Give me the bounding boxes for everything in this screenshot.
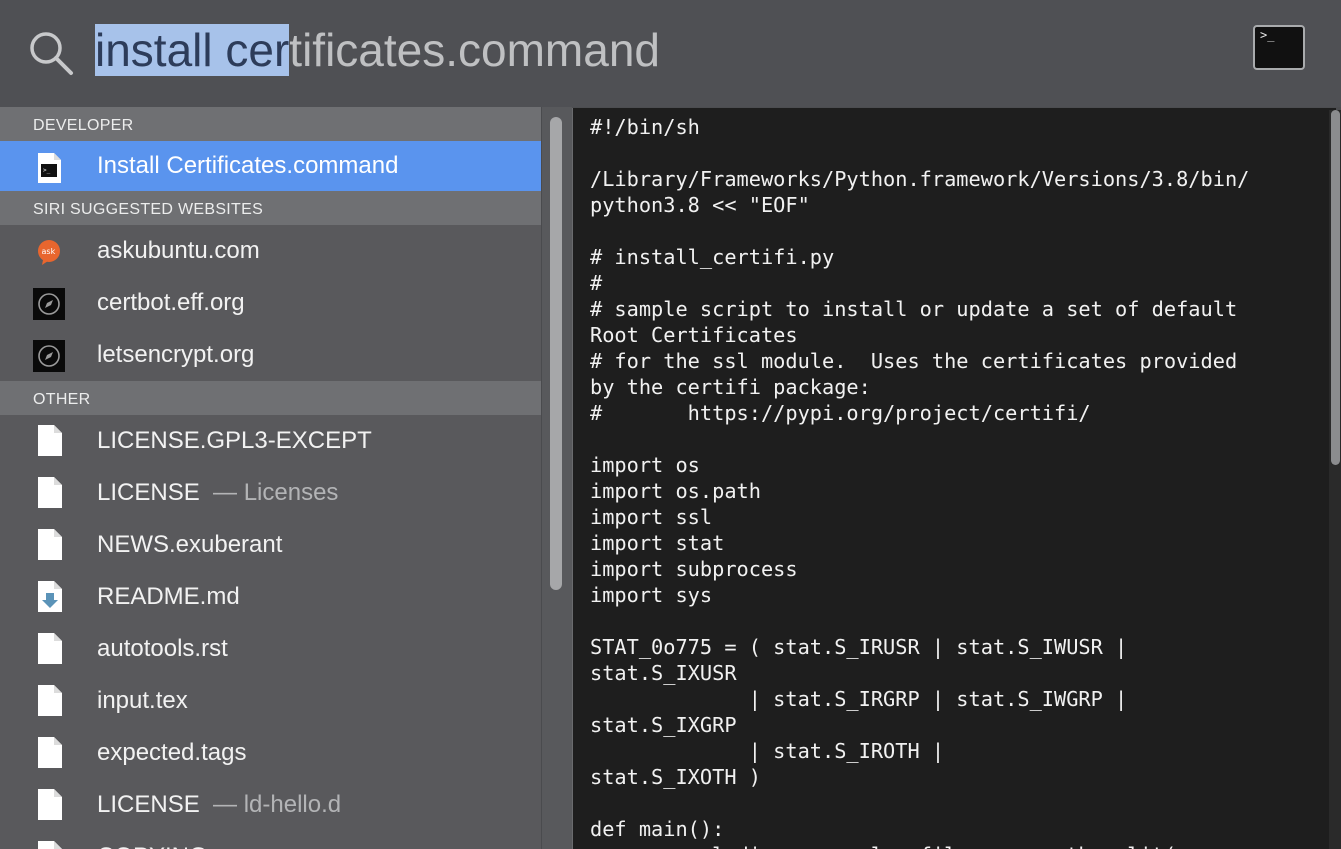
- result-item-label: input.tex: [97, 687, 188, 714]
- result-item-label: autotools.rst: [97, 635, 228, 662]
- document-icon: [38, 685, 62, 716]
- result-item[interactable]: expected.tags: [0, 727, 541, 779]
- result-item[interactable]: autotools.rst: [0, 623, 541, 675]
- result-item-label: letsencrypt.org: [97, 341, 255, 368]
- result-item[interactable]: LICENSE — Licenses: [0, 467, 541, 519]
- result-item-label: LICENSE.GPL3-EXCEPT: [97, 427, 372, 454]
- result-item[interactable]: NEWS.exuberant: [0, 519, 541, 571]
- svg-text:ask: ask: [42, 247, 56, 256]
- result-item-label: README.md: [97, 583, 240, 610]
- result-item-label: LICENSE — Licenses: [97, 479, 339, 506]
- result-item[interactable]: LICENSE — ld-hello.d: [0, 779, 541, 831]
- search-icon: [30, 32, 73, 75]
- result-item-sublabel: — Licenses: [199, 479, 339, 506]
- result-item-sublabel: — ld-hello.d: [199, 791, 342, 818]
- preview-scrollbar[interactable]: [1329, 110, 1341, 849]
- preview-code: #!/bin/sh /Library/Frameworks/Python.fra…: [590, 115, 1250, 849]
- result-item-label: LICENSE — ld-hello.d: [97, 791, 342, 818]
- result-item[interactable]: ask askubuntu.com: [0, 225, 541, 277]
- search-input[interactable]: install certificates.command: [95, 20, 660, 80]
- file-preview-pane: #!/bin/sh /Library/Frameworks/Python.fra…: [572, 108, 1336, 849]
- preview-scrollbar-thumb[interactable]: [1331, 110, 1340, 465]
- svg-text:>_: >_: [43, 167, 51, 174]
- document-icon: [38, 841, 62, 849]
- result-item[interactable]: COPYING: [0, 831, 541, 849]
- section-header: DEVELOPER: [0, 107, 541, 141]
- result-item-label: certbot.eff.org: [97, 289, 245, 316]
- document-icon: [38, 529, 62, 560]
- safari-compass-icon: [33, 288, 65, 320]
- results-scrollbar[interactable]: [541, 107, 572, 849]
- askubuntu-icon: ask: [38, 240, 60, 265]
- safari-compass-icon: [33, 340, 65, 372]
- result-item[interactable]: README.md: [0, 571, 541, 623]
- result-item-label: NEWS.exuberant: [97, 531, 283, 558]
- result-item[interactable]: >_ Install Certificates.command: [0, 141, 541, 191]
- result-item-label: askubuntu.com: [97, 237, 260, 264]
- section-header: OTHER: [0, 381, 541, 415]
- results-list: DEVELOPER >_ Install Certificates.command S…: [0, 107, 541, 849]
- results-scrollbar-thumb[interactable]: [550, 117, 562, 590]
- document-icon: [38, 737, 62, 768]
- terminal-app-icon[interactable]: >_: [1253, 25, 1305, 70]
- terminal-file-icon: >_: [38, 153, 61, 183]
- result-item[interactable]: LICENSE.GPL3-EXCEPT: [0, 415, 541, 467]
- result-item[interactable]: letsencrypt.org: [0, 329, 541, 381]
- spotlight-search-bar: install certificates.command >_: [0, 0, 1341, 107]
- result-item-label: Install Certificates.command: [97, 152, 399, 179]
- result-item[interactable]: certbot.eff.org: [0, 277, 541, 329]
- document-icon: [38, 477, 62, 508]
- document-icon: [38, 789, 62, 820]
- section-header: SIRI SUGGESTED WEBSITES: [0, 191, 541, 225]
- result-item-label: expected.tags: [97, 739, 247, 766]
- markdown-file-icon: [38, 581, 62, 612]
- search-query-selection[interactable]: install cer: [95, 24, 290, 76]
- document-icon: [38, 633, 62, 664]
- result-item[interactable]: input.tex: [0, 675, 541, 727]
- document-icon: [38, 425, 62, 456]
- search-query-rest[interactable]: tificates.command: [289, 24, 660, 76]
- result-item-label: COPYING: [97, 831, 208, 849]
